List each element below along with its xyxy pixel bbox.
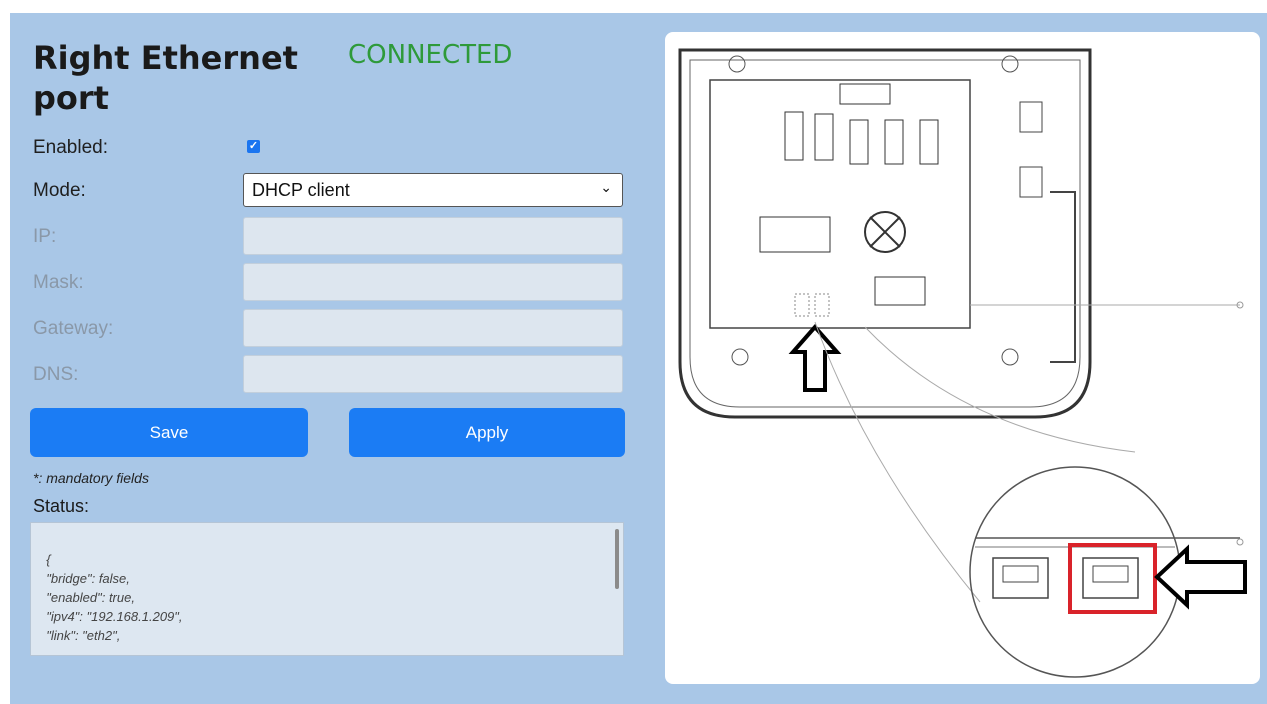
arrow-left-icon	[1154, 544, 1247, 610]
device-diagram	[665, 32, 1260, 684]
status-label: Status:	[33, 496, 90, 516]
mandatory-note: *: mandatory fields	[33, 470, 149, 486]
enabled-checkbox[interactable]: ✓	[247, 140, 260, 153]
connection-status: CONNECTED	[348, 40, 513, 70]
dns-field[interactable]	[243, 355, 623, 393]
page-title: Right Ethernet port	[33, 39, 298, 117]
enabled-label: Enabled:	[33, 137, 109, 158]
status-output[interactable]: { "bridge": false, "enabled": true, "ipv…	[30, 522, 624, 656]
save-button[interactable]: Save	[30, 408, 308, 457]
gateway-field[interactable]	[243, 309, 623, 347]
status-scrollbar[interactable]	[615, 529, 619, 589]
ip-field[interactable]	[243, 217, 623, 255]
device-drawing	[678, 48, 1247, 678]
dns-label: DNS:	[33, 364, 79, 385]
status-json: { "bridge": false, "enabled": true, "ipv…	[46, 552, 183, 643]
mode-label: Mode:	[33, 180, 86, 201]
chevron-down-icon: ⌄	[600, 179, 612, 195]
mode-select[interactable]: DHCP client ⌄	[243, 173, 623, 207]
gateway-label: Gateway:	[33, 318, 114, 339]
mask-field[interactable]	[243, 263, 623, 301]
mask-label: Mask:	[33, 272, 84, 293]
arrow-up-icon	[788, 323, 842, 392]
apply-button[interactable]: Apply	[349, 408, 625, 457]
ip-label: IP:	[33, 226, 57, 247]
mode-select-value: DHCP client	[252, 180, 350, 200]
